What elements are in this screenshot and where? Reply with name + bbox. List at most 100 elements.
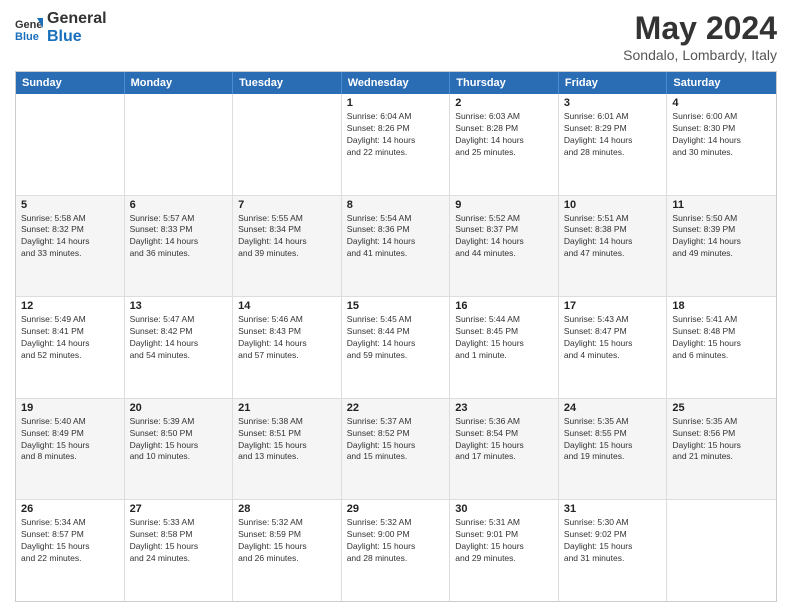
cell-day-number: 7 — [238, 199, 336, 211]
calendar-row-1: 5 Sunrise: 5:58 AM Sunset: 8:32 PM Daylig… — [16, 195, 776, 297]
cell-info-text: Sunrise: 6:00 AM Sunset: 8:30 PM Dayligh… — [672, 111, 771, 159]
calendar-cell: 28 Sunrise: 5:32 AM Sunset: 8:59 PM Dayli… — [233, 500, 342, 601]
calendar-cell: 17 Sunrise: 5:43 AM Sunset: 8:47 PM Dayli… — [559, 297, 668, 398]
cell-day-number: 8 — [347, 199, 445, 211]
header-day-sunday: Sunday — [16, 72, 125, 94]
calendar-cell: 14Sunrise: 5:46 AM Sunset: 8:43 PM Dayli… — [233, 297, 342, 398]
cell-info-text: Sunrise: 5:50 AM Sunset: 8:39 PM Dayligh… — [672, 213, 771, 261]
cell-info-text: Sunrise: 6:04 AM Sunset: 8:26 PM Dayligh… — [347, 111, 445, 159]
cell-info-text: Sunrise: 5:51 AM Sunset: 8:38 PM Dayligh… — [564, 213, 662, 261]
cell-day-number: 25 — [672, 402, 771, 414]
calendar-row-3: 19 Sunrise: 5:40 AM Sunset: 8:49 PM Dayli… — [16, 398, 776, 500]
header-day-thursday: Thursday — [450, 72, 559, 94]
cell-day-number: 21 — [238, 402, 336, 414]
header-day-wednesday: Wednesday — [342, 72, 451, 94]
calendar-header: SundayMondayTuesdayWednesdayThursdayFrid… — [16, 72, 776, 94]
cell-day-number: 30 — [455, 503, 553, 515]
cell-day-number: 15 — [347, 300, 445, 312]
cell-info-text: Sunrise: 5:31 AM Sunset: 9:01 PM Dayligh… — [455, 517, 553, 565]
header-day-monday: Monday — [125, 72, 234, 94]
cell-day-number: 12 — [21, 300, 119, 312]
cell-info-text: Sunrise: 6:01 AM Sunset: 8:29 PM Dayligh… — [564, 111, 662, 159]
cell-info-text: Sunrise: 5:40 AM Sunset: 8:49 PM Dayligh… — [21, 416, 119, 464]
calendar-cell: 12 Sunrise: 5:49 AM Sunset: 8:41 PM Dayli… — [16, 297, 125, 398]
calendar-location: Sondalo, Lombardy, Italy — [623, 47, 777, 63]
cell-info-text: Sunrise: 5:33 AM Sunset: 8:58 PM Dayligh… — [130, 517, 228, 565]
header-day-friday: Friday — [559, 72, 668, 94]
calendar-row-4: 26 Sunrise: 5:34 AM Sunset: 8:57 PM Dayli… — [16, 499, 776, 601]
cell-day-number: 26 — [21, 503, 119, 515]
calendar-cell: 22 Sunrise: 5:37 AM Sunset: 8:52 PM Dayli… — [342, 399, 451, 500]
calendar-cell: 8 Sunrise: 5:54 AM Sunset: 8:36 PM Daylig… — [342, 196, 451, 297]
cell-day-number: 22 — [347, 402, 445, 414]
cell-day-number: 2 — [455, 97, 553, 109]
cell-info-text: Sunrise: 5:49 AM Sunset: 8:41 PM Dayligh… — [21, 314, 119, 362]
calendar-cell: 20Sunrise: 5:39 AM Sunset: 8:50 PM Dayli… — [125, 399, 234, 500]
cell-info-text: Sunrise: 5:44 AM Sunset: 8:45 PM Dayligh… — [455, 314, 553, 362]
calendar-title: May 2024 — [623, 10, 777, 47]
cell-info-text: Sunrise: 5:58 AM Sunset: 8:32 PM Dayligh… — [21, 213, 119, 261]
calendar-row-0: 1Sunrise: 6:04 AM Sunset: 8:26 PM Daylig… — [16, 94, 776, 195]
cell-info-text: Sunrise: 5:47 AM Sunset: 8:42 PM Dayligh… — [130, 314, 228, 362]
logo-text: General Blue — [47, 10, 107, 45]
cell-day-number: 10 — [564, 199, 662, 211]
cell-info-text: Sunrise: 5:45 AM Sunset: 8:44 PM Dayligh… — [347, 314, 445, 362]
header-day-tuesday: Tuesday — [233, 72, 342, 94]
calendar-cell: 24Sunrise: 5:35 AM Sunset: 8:55 PM Dayli… — [559, 399, 668, 500]
cell-day-number: 17 — [564, 300, 662, 312]
calendar-cell: 19 Sunrise: 5:40 AM Sunset: 8:49 PM Dayli… — [16, 399, 125, 500]
cell-day-number: 9 — [455, 199, 553, 211]
calendar-cell: 26 Sunrise: 5:34 AM Sunset: 8:57 PM Dayli… — [16, 500, 125, 601]
cell-day-number: 29 — [347, 503, 445, 515]
cell-day-number: 16 — [455, 300, 553, 312]
cell-info-text: Sunrise: 5:52 AM Sunset: 8:37 PM Dayligh… — [455, 213, 553, 261]
cell-day-number: 19 — [21, 402, 119, 414]
cell-info-text: Sunrise: 5:43 AM Sunset: 8:47 PM Dayligh… — [564, 314, 662, 362]
logo-icon: General Blue — [15, 14, 43, 42]
cell-day-number: 5 — [21, 199, 119, 211]
calendar-cell: 31Sunrise: 5:30 AM Sunset: 9:02 PM Dayli… — [559, 500, 668, 601]
cell-info-text: Sunrise: 5:54 AM Sunset: 8:36 PM Dayligh… — [347, 213, 445, 261]
cell-info-text: Sunrise: 5:34 AM Sunset: 8:57 PM Dayligh… — [21, 517, 119, 565]
cell-info-text: Sunrise: 5:38 AM Sunset: 8:51 PM Dayligh… — [238, 416, 336, 464]
cell-info-text: Sunrise: 5:32 AM Sunset: 8:59 PM Dayligh… — [238, 517, 336, 565]
calendar-cell: 6 Sunrise: 5:57 AM Sunset: 8:33 PM Daylig… — [125, 196, 234, 297]
cell-day-number: 18 — [672, 300, 771, 312]
cell-info-text: Sunrise: 5:57 AM Sunset: 8:33 PM Dayligh… — [130, 213, 228, 261]
cell-day-number: 11 — [672, 199, 771, 211]
calendar-cell — [667, 500, 776, 601]
cell-info-text: Sunrise: 5:37 AM Sunset: 8:52 PM Dayligh… — [347, 416, 445, 464]
calendar-cell — [233, 94, 342, 195]
cell-day-number: 6 — [130, 199, 228, 211]
calendar-cell: 27 Sunrise: 5:33 AM Sunset: 8:58 PM Dayli… — [125, 500, 234, 601]
cell-day-number: 14 — [238, 300, 336, 312]
calendar-cell: 15 Sunrise: 5:45 AM Sunset: 8:44 PM Dayli… — [342, 297, 451, 398]
calendar-cell: 25 Sunrise: 5:35 AM Sunset: 8:56 PM Dayli… — [667, 399, 776, 500]
logo: General Blue General Blue — [15, 10, 107, 45]
cell-info-text: Sunrise: 5:41 AM Sunset: 8:48 PM Dayligh… — [672, 314, 771, 362]
cell-info-text: Sunrise: 5:35 AM Sunset: 8:55 PM Dayligh… — [564, 416, 662, 464]
calendar-cell: 10 Sunrise: 5:51 AM Sunset: 8:38 PM Dayli… — [559, 196, 668, 297]
cell-info-text: Sunrise: 5:35 AM Sunset: 8:56 PM Dayligh… — [672, 416, 771, 464]
calendar-cell: 30 Sunrise: 5:31 AM Sunset: 9:01 PM Dayli… — [450, 500, 559, 601]
cell-day-number: 3 — [564, 97, 662, 109]
cell-day-number: 28 — [238, 503, 336, 515]
calendar-cell: 11 Sunrise: 5:50 AM Sunset: 8:39 PM Dayli… — [667, 196, 776, 297]
calendar-cell: 16 Sunrise: 5:44 AM Sunset: 8:45 PM Dayli… — [450, 297, 559, 398]
logo-general-text: General — [47, 10, 107, 28]
cell-day-number: 27 — [130, 503, 228, 515]
calendar-cell: 9 Sunrise: 5:52 AM Sunset: 8:37 PM Daylig… — [450, 196, 559, 297]
calendar-cell: 1Sunrise: 6:04 AM Sunset: 8:26 PM Daylig… — [342, 94, 451, 195]
page: General Blue General Blue May 2024 Sonda… — [0, 0, 792, 612]
header-day-saturday: Saturday — [667, 72, 776, 94]
calendar-cell — [16, 94, 125, 195]
calendar-cell: 5 Sunrise: 5:58 AM Sunset: 8:32 PM Daylig… — [16, 196, 125, 297]
svg-text:Blue: Blue — [15, 31, 39, 42]
cell-info-text: Sunrise: 6:03 AM Sunset: 8:28 PM Dayligh… — [455, 111, 553, 159]
calendar-cell: 3 Sunrise: 6:01 AM Sunset: 8:29 PM Daylig… — [559, 94, 668, 195]
calendar: SundayMondayTuesdayWednesdayThursdayFrid… — [15, 71, 777, 602]
cell-info-text: Sunrise: 5:55 AM Sunset: 8:34 PM Dayligh… — [238, 213, 336, 261]
calendar-cell: 18 Sunrise: 5:41 AM Sunset: 8:48 PM Dayli… — [667, 297, 776, 398]
cell-info-text: Sunrise: 5:30 AM Sunset: 9:02 PM Dayligh… — [564, 517, 662, 565]
logo-blue-text: Blue — [47, 28, 107, 46]
